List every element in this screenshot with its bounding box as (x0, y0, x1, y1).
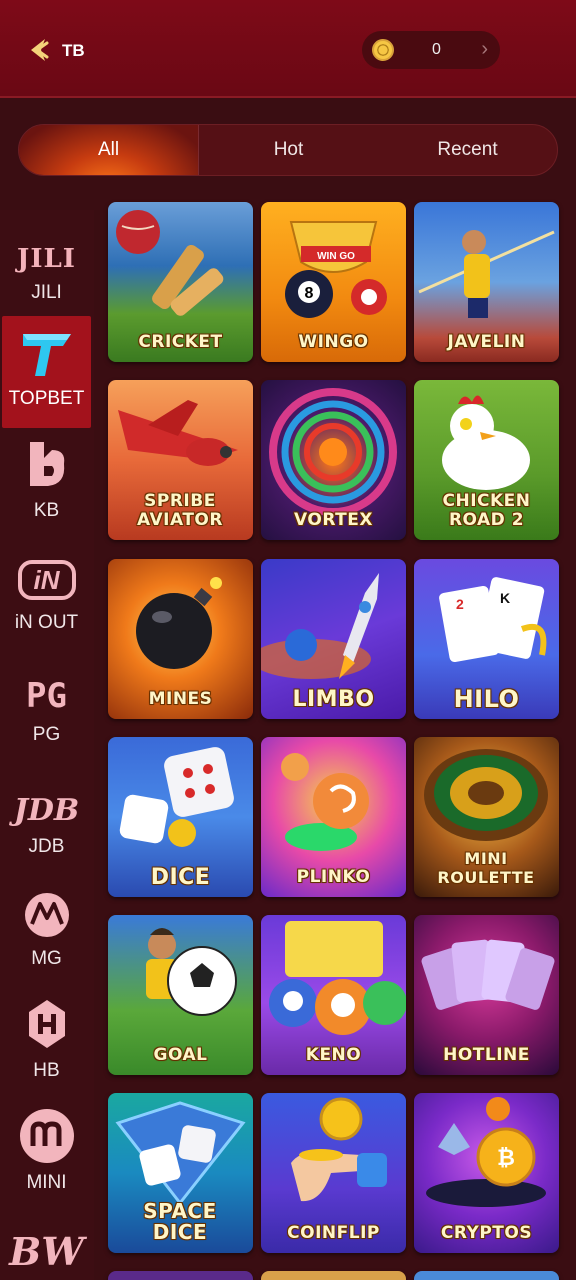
chevron-right-icon: › (481, 38, 488, 60)
game-card-hotline[interactable]: HOTLINE (414, 915, 559, 1075)
game-title: VORTEX (294, 510, 373, 530)
game-card-goal[interactable]: GOAL (108, 915, 253, 1075)
tab-all[interactable]: All (19, 125, 198, 175)
game-card-dice[interactable]: DICE (108, 737, 253, 897)
game-title: SPACE DICE (143, 1199, 217, 1244)
top-bar: TB 0 › (0, 0, 576, 98)
provider-sidebar: JILI JILI TOPBET KB iN iN OUT PG PG JDB … (0, 210, 94, 1280)
game-title: HILO (453, 685, 520, 713)
game-card-spribe-aviator[interactable]: SPRIBE AVIATOR (108, 380, 253, 540)
svg-text:₿: ₿ (497, 1145, 515, 1170)
back-button[interactable] (22, 34, 54, 66)
balance-value: 0 (432, 41, 441, 58)
game-card-mines[interactable]: MINES (108, 559, 253, 719)
sidebar-item-hb[interactable]: HB (2, 988, 91, 1100)
sidebar-item-bw[interactable]: BW (2, 1212, 91, 1280)
game-card-wingo[interactable]: WIN GO 8 WINGO (261, 202, 406, 362)
sidebar-item-jili[interactable]: JILI JILI (2, 210, 91, 322)
kb-logo-icon (22, 428, 72, 492)
tab-hot[interactable]: Hot (199, 125, 378, 175)
game-card-cricket[interactable]: CRICKET (108, 202, 253, 362)
game-card-javelin[interactable]: JAVELIN (414, 202, 559, 362)
category-tabs: All Hot Recent (18, 124, 558, 176)
game-title: HOTLINE (443, 1045, 530, 1065)
game-title: JAVELIN (447, 332, 526, 352)
sidebar-item-pg[interactable]: PG PG (2, 652, 91, 764)
inout-logo-icon: iN (17, 540, 76, 604)
sidebar-item-inout[interactable]: iN iN OUT (2, 540, 91, 652)
tab-recent[interactable]: Recent (378, 125, 557, 175)
svg-text:8: 8 (305, 285, 314, 302)
game-card-vortex[interactable]: VORTEX (261, 380, 406, 540)
game-card-partial[interactable] (261, 1271, 406, 1280)
game-title: CRICKET (138, 332, 223, 352)
game-card-cryptos[interactable]: ₿ CRYPTOS (414, 1093, 559, 1253)
coin-icon (372, 39, 394, 61)
game-card-partial[interactable] (108, 1271, 253, 1280)
balance-pill[interactable]: 0 › (362, 31, 500, 69)
game-card-partial[interactable] (414, 1271, 559, 1280)
game-title: KENO (305, 1045, 362, 1065)
pg-logo-icon: PG (26, 676, 67, 716)
jdb-logo-icon: JDB (13, 793, 80, 828)
bw-logo-icon: BW (9, 1229, 84, 1274)
svg-text:2: 2 (456, 596, 464, 612)
svg-text:K: K (500, 590, 510, 606)
game-card-coinflip[interactable]: COINFLIP (261, 1093, 406, 1253)
game-title: MINES (148, 689, 213, 709)
sidebar-item-topbet[interactable]: TOPBET (2, 316, 91, 428)
game-title: LIMBO (292, 687, 375, 712)
sidebar-item-jdb[interactable]: JDB JDB (2, 764, 91, 876)
game-title: SPRIBE AVIATOR (137, 491, 223, 530)
game-title: CHICKEN ROAD 2 (442, 491, 531, 530)
brand-name: TB (62, 41, 85, 60)
game-title: MINI ROULETTE (437, 849, 535, 887)
main-content: All Hot Recent JILI JILI TOPBET KB iN iN… (0, 100, 576, 1280)
game-card-mini-roulette[interactable]: MINI ROULETTE (414, 737, 559, 897)
sidebar-item-mg[interactable]: MG (2, 876, 91, 988)
game-title: CRYPTOS (440, 1223, 533, 1243)
game-title: WINGO (298, 332, 369, 352)
game-title: PLINKO (296, 867, 371, 887)
game-card-hilo[interactable]: 2 K HILO (414, 559, 559, 719)
game-card-plinko[interactable]: PLINKO (261, 737, 406, 897)
game-title: DICE (150, 865, 211, 890)
hb-logo-icon (25, 988, 69, 1052)
game-card-space-dice[interactable]: SPACE DICE (108, 1093, 253, 1253)
game-card-keno[interactable]: KENO (261, 915, 406, 1075)
game-grid: CRICKET WIN GO 8 WINGO JAVELIN SPRIBE AV… (108, 202, 560, 1280)
game-card-chicken-road-2[interactable]: CHICKEN ROAD 2 (414, 380, 559, 540)
topbet-logo-icon (17, 316, 77, 380)
mg-logo-icon (22, 876, 72, 940)
sidebar-item-kb[interactable]: KB (2, 428, 91, 540)
svg-text:WIN GO: WIN GO (317, 251, 355, 262)
game-title: GOAL (153, 1045, 208, 1065)
game-title: COINFLIP (287, 1223, 380, 1243)
jili-logo-icon: JILI (17, 244, 76, 274)
game-card-limbo[interactable]: LIMBO (261, 559, 406, 719)
mini-logo-icon (19, 1100, 75, 1164)
sidebar-item-mini[interactable]: MINI (2, 1100, 91, 1212)
back-arrow-icon (31, 39, 49, 61)
